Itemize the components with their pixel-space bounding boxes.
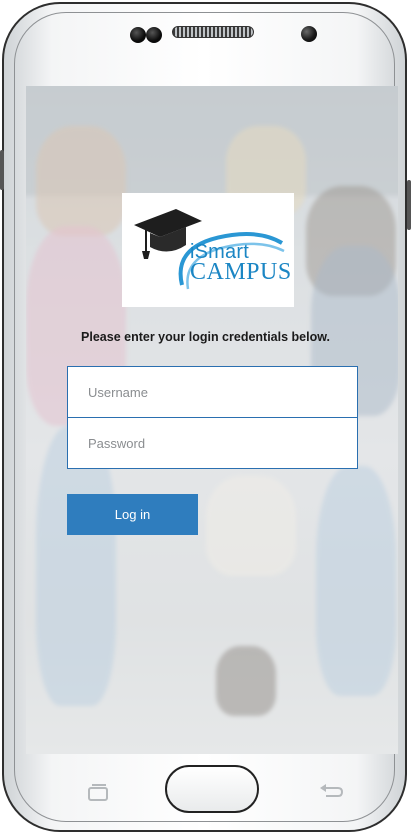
logo-text-campus: CAMPUS	[190, 259, 292, 285]
back-icon[interactable]	[318, 782, 344, 802]
home-button[interactable]	[165, 765, 259, 813]
login-button[interactable]: Log in	[67, 494, 198, 535]
app-logo: iSmart CAMPUS	[122, 193, 294, 307]
username-input[interactable]	[67, 366, 358, 418]
password-input[interactable]	[67, 417, 358, 469]
power-button	[407, 180, 411, 230]
front-camera-icon	[301, 26, 317, 42]
earpiece-speaker-icon	[172, 26, 254, 38]
login-instructions: Please enter your login credentials belo…	[81, 330, 330, 344]
login-form	[67, 366, 358, 469]
proximity-sensor-icon	[130, 27, 146, 43]
volume-button	[0, 150, 4, 190]
light-sensor-icon	[146, 27, 162, 43]
recent-apps-icon[interactable]	[86, 784, 110, 802]
